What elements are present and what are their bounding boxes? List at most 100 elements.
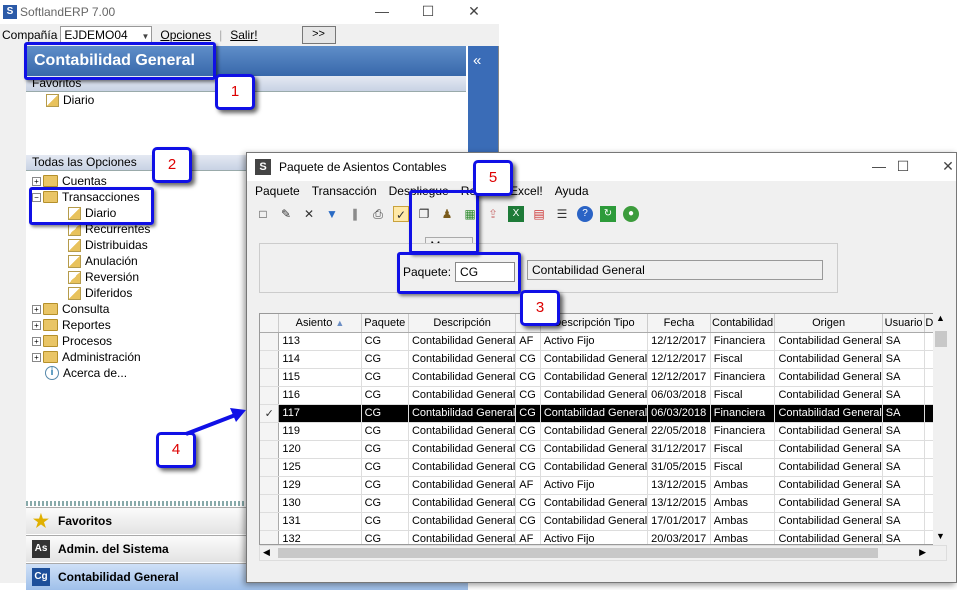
scroll-down-icon[interactable]: ▼ [936,531,945,541]
table-row[interactable]: 125 CG Contabilidad General CG Contabilidad … [260,458,946,477]
menu-excel[interactable]: Excel! [510,184,543,198]
tree-item-acerca[interactable]: i Acerca de... [45,365,127,381]
row-indicator[interactable] [260,494,280,513]
favorite-item-diario[interactable]: Diario [46,92,94,108]
menu-options[interactable]: Opciones [160,28,211,42]
scroll-right-icon[interactable]: ▶ [919,547,926,558]
menu-paquete[interactable]: Paquete [255,184,300,198]
row-indicator[interactable] [260,332,280,351]
table-row[interactable]: 113 CG Contabilidad General AF Activo Fijo 12… [260,332,946,351]
table-cell: Contabilidad General [408,368,517,387]
tree-item-label: Procesos [62,334,113,348]
child-menu-bar: Paquete Transacción Despliegue Re Excel!… [247,181,956,201]
columns-icon[interactable]: ∥ [347,206,363,222]
horizontal-scrollbar[interactable]: ◀ ▶ [259,545,947,561]
tree-item-label: Distribuidas [85,238,148,252]
tree-item-procesos[interactable]: + Procesos [32,333,112,349]
column-header[interactable]: Paquete [361,314,409,333]
column-header[interactable]: Contabilidad [710,314,776,333]
maximize-button[interactable]: ☐ [405,0,451,24]
scroll-thumb[interactable] [935,331,947,347]
table-cell: CG [515,350,541,369]
callout-3: 3 [520,290,560,326]
table-row[interactable]: 116 CG Contabilidad General CG Contabilidad … [260,386,946,405]
table-row[interactable]: 115 CG Contabilidad General CG Contabilidad … [260,368,946,387]
column-header[interactable]: Asiento ▲ [278,314,362,333]
menu-transaccion[interactable]: Transacción [312,184,377,198]
table-cell: SA [882,512,926,531]
excel-icon[interactable]: X [508,206,524,222]
refresh-icon[interactable]: ↻ [600,206,616,222]
forward-button[interactable]: >> [301,26,336,44]
check-icon[interactable]: ✓ [260,404,280,423]
table-row[interactable]: ✓ 117 CG Contabilidad General CG Contabilidad… [260,404,946,423]
table-row[interactable]: 120 CG Contabilidad General CG Contabilidad … [260,440,946,459]
table-row[interactable]: 130 CG Contabilidad General CG Contabilidad … [260,494,946,513]
import-icon[interactable]: ⇪ [485,206,501,222]
menu-exit[interactable]: Salir! [230,28,257,42]
table-row[interactable]: 119 CG Contabilidad General CG Contabilidad … [260,422,946,441]
new-icon[interactable]: □ [255,206,271,222]
document-icon[interactable]: ☰ [554,206,570,222]
row-indicator[interactable] [260,512,280,531]
scroll-left-icon[interactable]: ◀ [263,547,270,558]
tree-item-administracion[interactable]: + Administración [32,349,141,365]
delete-icon[interactable]: ✕ [301,206,317,222]
tree-item-consulta[interactable]: + Consulta [32,301,109,317]
folder-icon [43,303,58,315]
edit-icon[interactable]: ✎ [278,206,294,222]
tree-item-diferidos[interactable]: Diferidos [68,285,132,301]
horizontal-scroll-thumb[interactable] [278,548,878,558]
table-cell: 22/05/2018 [647,422,711,441]
report-icon[interactable]: ▤ [531,206,547,222]
scroll-up-icon[interactable]: ▲ [936,313,945,323]
table-cell: Fiscal [710,350,776,369]
table-row[interactable]: 132 CG Contabilidad General AF Activo Fijo 20… [260,530,946,544]
tree-item-distribuidas[interactable]: Distribuidas [68,237,148,253]
table-cell: Contabilidad General [408,350,517,369]
row-indicator[interactable] [260,440,280,459]
row-indicator[interactable] [260,476,280,495]
table-cell: CG [515,440,541,459]
column-header[interactable]: Usuario [882,314,926,333]
row-indicator[interactable] [260,458,280,477]
help-icon[interactable]: ? [577,206,593,222]
column-header[interactable]: Descripción [408,314,517,333]
table-row[interactable]: 129 CG Contabilidad General AF Activo Fijo 13… [260,476,946,495]
table-cell: CG [361,422,409,441]
row-indicator[interactable] [260,368,280,387]
child-close-button[interactable]: ✕ [925,155,957,179]
table-cell: Contabilidad General [408,386,517,405]
table-row[interactable]: 114 CG Contabilidad General CG Contabilidad … [260,350,946,369]
table-cell: Contabilidad General [774,476,883,495]
print-icon[interactable]: ⎙ [370,206,386,222]
table-cell: AF [515,332,541,351]
tree-item-label: Reportes [62,318,111,332]
column-header[interactable]: Origen [774,314,883,333]
table-cell: Contabilidad General [408,422,517,441]
minimize-button[interactable]: — [359,0,405,24]
close-button[interactable]: ✕ [451,0,497,24]
highlight-paquete-filter [397,252,521,294]
row-indicator[interactable] [260,422,280,441]
row-indicator[interactable] [260,350,280,369]
filter-icon[interactable]: ▼ [324,206,340,222]
exit-icon[interactable]: ● [623,206,639,222]
tree-item-reversion[interactable]: Reversión [68,269,139,285]
vertical-scrollbar[interactable]: ▲ ▼ [933,313,949,545]
mark-icon[interactable]: ✓ [393,206,409,222]
tree-item-reportes[interactable]: + Reportes [32,317,111,333]
table-row[interactable]: 131 CG Contabilidad General CG Contabilidad … [260,512,946,531]
child-maximize-button[interactable]: ☐ [880,155,926,179]
row-indicator[interactable] [260,386,280,405]
table-cell: SA [882,458,926,477]
table-cell: Contabilidad General [540,422,649,441]
asientos-grid: Asiento ▲ Paquete Descripción T Descripc… [259,313,947,545]
child-window-title: Paquete de Asientos Contables [279,160,447,174]
column-header[interactable]: Fecha [647,314,711,333]
tree-item-anulacion[interactable]: Anulación [68,253,138,269]
menu-ayuda[interactable]: Ayuda [555,184,589,198]
row-indicator[interactable] [260,530,280,544]
table-cell: Contabilidad General [540,440,649,459]
table-cell: Contabilidad General [540,494,649,513]
